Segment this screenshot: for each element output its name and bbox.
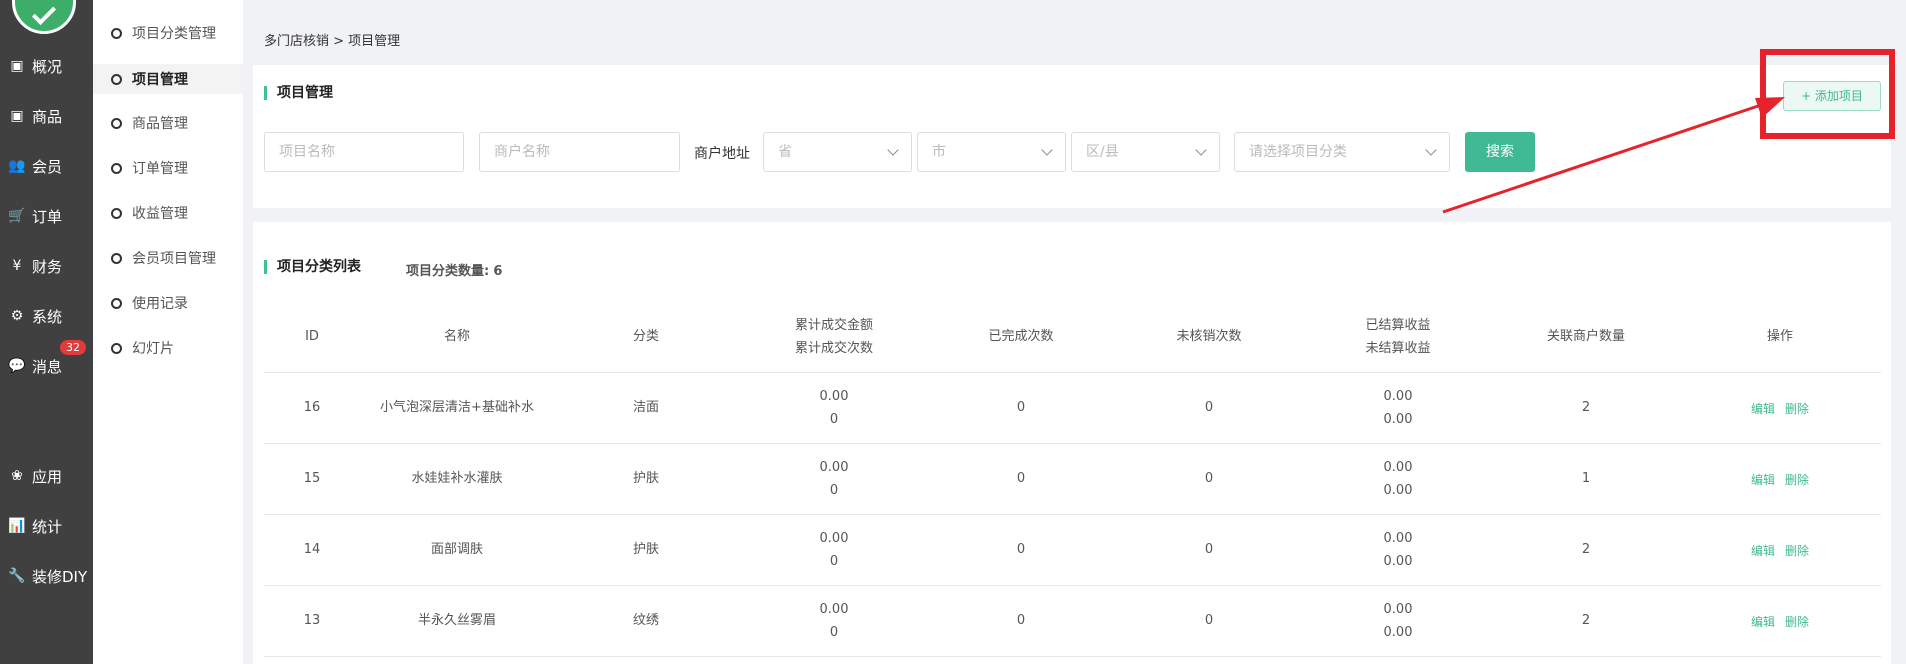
annotation-arrow-line (1442, 100, 1771, 214)
annotation-arrow-head (1755, 97, 1785, 118)
annotation-arrow (1442, 97, 1785, 214)
